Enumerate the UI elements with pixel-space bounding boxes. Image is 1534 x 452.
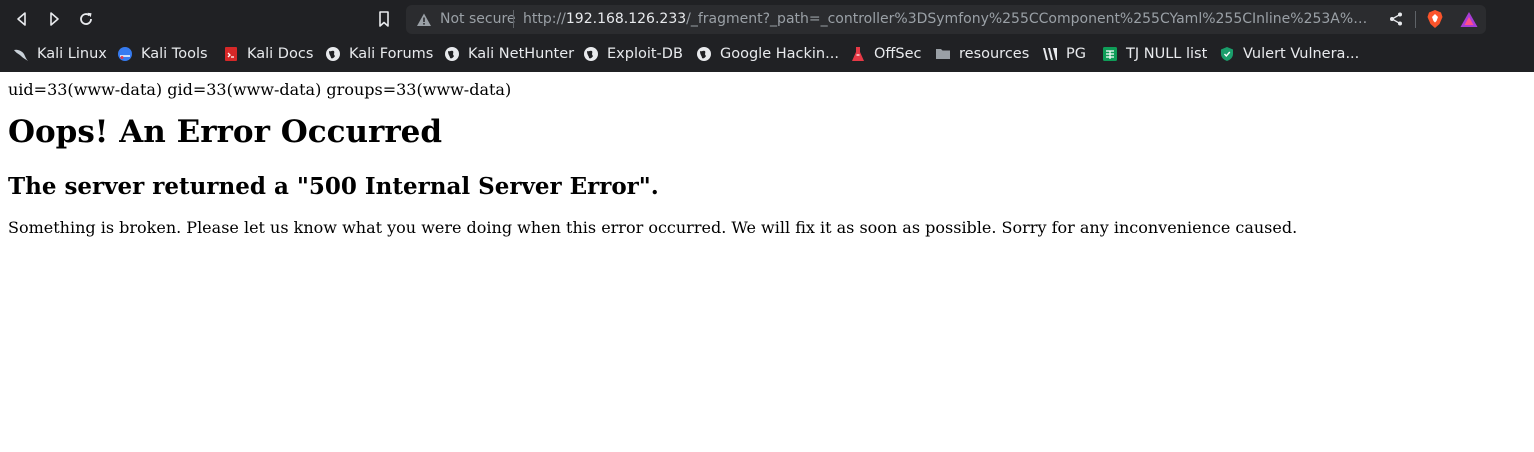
browser-chrome: Not secure http://192.168.126.233/_fragm… [0, 0, 1534, 72]
bookmark-kali-forums[interactable]: Kali Forums [325, 44, 433, 64]
bookmark-label: Kali NetHunter [468, 46, 575, 62]
globe-icon [584, 47, 598, 61]
brave-shields-icon[interactable] [1425, 9, 1445, 29]
bookmark-kali-docs[interactable]: Kali Docs [223, 44, 313, 64]
bookmark-kali-tools[interactable]: Kali Tools [117, 44, 208, 64]
bookmark-label: Google Hackin... [720, 46, 839, 62]
share-icon[interactable] [1388, 11, 1404, 27]
warning-icon [417, 13, 431, 26]
offsec-icon [852, 47, 864, 61]
kali-tools-icon [118, 47, 132, 61]
bookmark-pg[interactable]: PG [1042, 44, 1086, 64]
bookmark-label: Exploit-DB [607, 46, 683, 62]
bookmark-label: Kali Tools [141, 46, 208, 62]
globe-icon [326, 47, 340, 61]
kali-dragon-icon [14, 49, 28, 61]
bookmarks-bar: Kali Linux Kali Tools Kali Docs Kali For… [0, 38, 1534, 72]
error-message: Something is broken. Please let us know … [8, 218, 1298, 237]
bookmark-label: resources [959, 46, 1030, 62]
bookmark-label: OffSec [874, 46, 922, 62]
bookmark-tj-null-list[interactable]: TJ NULL list [1102, 44, 1207, 64]
browser-toolbar: Not secure http://192.168.126.233/_fragm… [0, 0, 1534, 38]
address-bar[interactable]: Not secure http://192.168.126.233/_fragm… [406, 5, 1486, 34]
bookmark-label: Kali Forums [349, 46, 434, 62]
bookmark-offsec[interactable]: OffSec [850, 44, 922, 64]
kali-docs-icon [225, 47, 237, 61]
bookmark-folder-resources[interactable]: resources [935, 44, 1029, 64]
globe-icon [445, 47, 459, 61]
bookmark-label: PG [1066, 46, 1086, 62]
bookmark-page-icon[interactable] [375, 10, 393, 28]
forward-arrow-icon [50, 12, 59, 26]
back-arrow-icon [17, 12, 26, 26]
url-scheme: http:// [523, 11, 566, 27]
toolbar-divider [1415, 11, 1416, 28]
url-divider [513, 10, 514, 28]
reload-icon [80, 12, 92, 25]
bookmark-kali-linux[interactable]: Kali Linux [13, 44, 107, 64]
url-path: /_fragment?_path=_controller%3DSymfony%2… [686, 11, 1373, 27]
sheets-icon [1103, 47, 1117, 61]
bookmark-kali-nethunter[interactable]: Kali NetHunter [444, 44, 574, 64]
url-host: 192.168.126.233 [565, 11, 687, 27]
page-content: uid=33(www-data) gid=33(www-data) groups… [0, 72, 1534, 246]
back-button[interactable] [11, 8, 33, 30]
bookmark-label: Kali Docs [247, 46, 314, 62]
error-heading: Oops! An Error Occurred [8, 114, 443, 150]
bookmark-label: TJ NULL list [1126, 46, 1208, 62]
globe-icon [697, 47, 711, 61]
bookmark-vulert[interactable]: Vulert Vulnera... [1219, 44, 1359, 64]
bookmark-label: Kali Linux [37, 46, 107, 62]
shield-icon [1221, 47, 1233, 61]
forward-button[interactable] [43, 8, 65, 30]
bookmark-exploit-db[interactable]: Exploit-DB [583, 44, 683, 64]
command-output: uid=33(www-data) gid=33(www-data) groups… [8, 80, 512, 99]
brave-rewards-icon[interactable] [1459, 10, 1479, 30]
bookmark-google-hacking[interactable]: Google Hackin... [696, 44, 839, 64]
pg-icon [1043, 48, 1057, 60]
error-subheading: The server returned a "500 Internal Serv… [8, 173, 659, 200]
url-text[interactable]: http://192.168.126.233/_fragment?_path=_… [523, 11, 1373, 27]
bookmark-label: Vulert Vulnera... [1243, 46, 1360, 62]
security-label: Not secure [440, 11, 516, 27]
folder-icon [936, 49, 950, 59]
reload-button[interactable] [75, 8, 97, 30]
